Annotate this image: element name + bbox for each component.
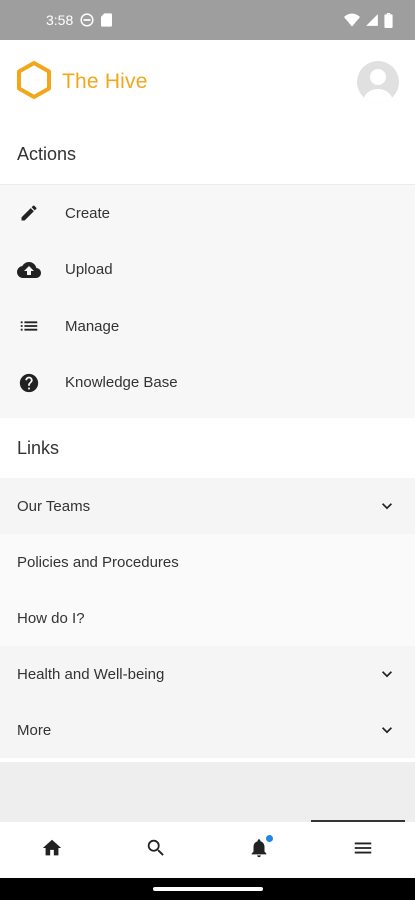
action-knowledge-base[interactable]: Knowledge Base <box>0 355 415 412</box>
signal-icon <box>365 13 379 27</box>
links-list: Our Teams Policies and Procedures How do… <box>0 478 415 758</box>
bottom-nav <box>0 820 415 878</box>
status-bar: 3:58 <box>0 0 415 40</box>
link-health-and-well-being[interactable]: Health and Well-being <box>0 646 415 702</box>
link-how-do-i[interactable]: How do I? <box>0 590 415 646</box>
actions-list: Create Upload Manage Knowledge Base <box>0 184 415 418</box>
notification-badge <box>264 834 274 843</box>
nav-home[interactable] <box>0 822 104 878</box>
help-circle-icon <box>17 371 41 395</box>
cloud-upload-icon <box>17 258 41 282</box>
app-brand[interactable]: The Hive <box>16 60 148 105</box>
link-label: How do I? <box>17 609 85 627</box>
action-upload[interactable]: Upload <box>0 242 415 299</box>
home-gesture-handle[interactable] <box>152 887 263 891</box>
link-label: Policies and Procedures <box>17 553 179 571</box>
sim-card-icon <box>101 13 113 27</box>
links-heading: Links <box>0 418 415 478</box>
nav-search[interactable] <box>104 822 208 878</box>
chevron-down-icon <box>377 664 397 684</box>
person-icon <box>362 69 394 103</box>
pencil-icon <box>17 201 41 225</box>
link-policies-and-procedures[interactable]: Policies and Procedures <box>0 534 415 590</box>
dnd-icon <box>80 13 94 27</box>
action-create[interactable]: Create <box>0 185 415 242</box>
action-label: Knowledge Base <box>65 374 178 392</box>
link-label: Our Teams <box>17 497 91 515</box>
wifi-icon <box>344 13 360 27</box>
chevron-down-icon <box>377 496 397 516</box>
hive-logo-icon <box>16 60 52 105</box>
list-icon <box>17 314 41 338</box>
battery-icon <box>384 12 393 28</box>
app-header: The Hive <box>0 40 415 124</box>
search-icon <box>145 837 167 864</box>
link-label: More <box>17 721 52 739</box>
nav-notifications[interactable] <box>208 822 312 878</box>
action-label: Upload <box>65 261 113 279</box>
action-label: Manage <box>65 317 120 335</box>
status-time: 3:58 <box>46 12 74 28</box>
action-label: Create <box>65 204 111 222</box>
link-our-teams[interactable]: Our Teams <box>0 478 415 534</box>
gesture-bar <box>0 878 415 900</box>
menu-icon <box>352 837 374 864</box>
home-icon <box>41 837 63 864</box>
link-label: Health and Well-being <box>17 665 165 683</box>
avatar[interactable] <box>357 61 399 103</box>
chevron-down-icon <box>377 720 397 740</box>
actions-heading: Actions <box>0 124 415 184</box>
action-manage[interactable]: Manage <box>0 298 415 355</box>
empty-area <box>0 762 415 822</box>
nav-menu[interactable] <box>311 820 415 878</box>
app-title: The Hive <box>62 70 148 93</box>
link-more[interactable]: More <box>0 702 415 758</box>
